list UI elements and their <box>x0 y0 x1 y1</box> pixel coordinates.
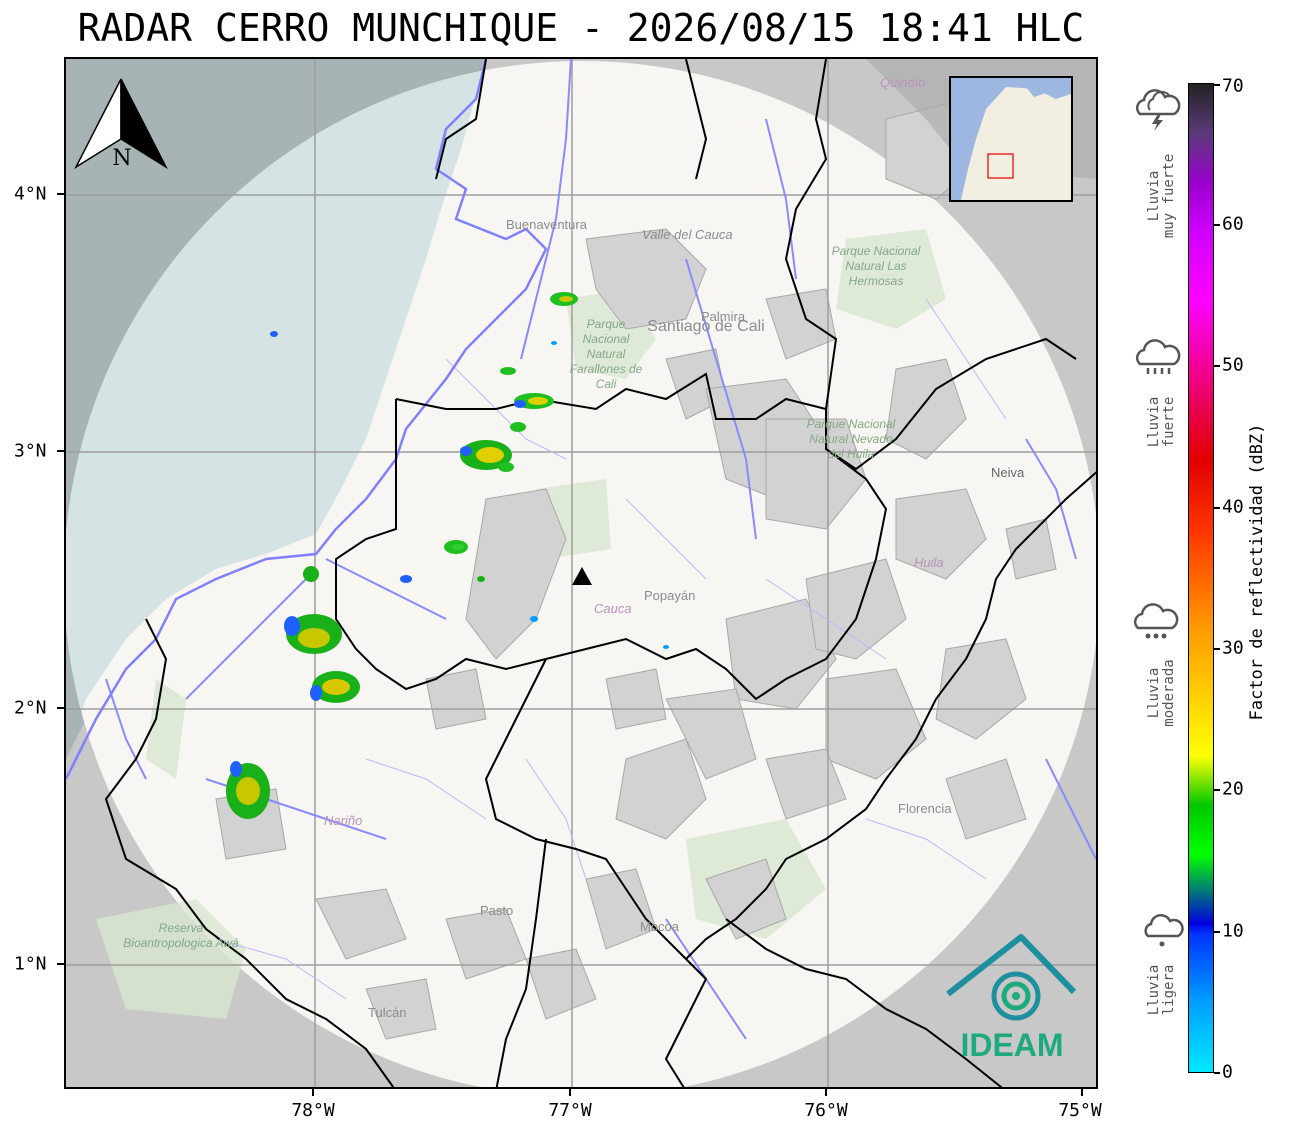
label-parque-farallones: Parque Nacional Natural Farallones de Ca… <box>569 317 643 391</box>
y-tick-label: 2°N <box>14 697 47 719</box>
moderate-rain-cloud-icon <box>1133 603 1179 639</box>
x-tickmark <box>825 1089 827 1096</box>
echo-cell <box>510 422 526 432</box>
x-tick-label: 77°W <box>548 1100 592 1121</box>
label-parque-hermosas: Parque Nacional Natural Las Hermosas <box>831 244 921 288</box>
storm-cloud-icon <box>1135 89 1181 131</box>
map-title: RADAR CERRO MUNCHIQUE - 2026/08/15 18:41… <box>77 6 1085 50</box>
y-tickmark <box>57 450 64 452</box>
echo-cell <box>551 341 557 345</box>
label-quindio: Quindío <box>880 75 926 90</box>
label-huila: Huila <box>914 555 944 570</box>
y-tick-label: 4°N <box>14 183 47 205</box>
echo-cell <box>444 540 468 554</box>
label-popayan: Popayán <box>644 588 695 603</box>
colorbar-tickmark <box>1214 224 1220 226</box>
rain-label-fuerte: Lluvia fuerte <box>1146 396 1177 448</box>
echo-cell <box>303 566 319 582</box>
rain-label-muy-fuerte: Lluvia muy fuerte <box>1146 153 1177 239</box>
y-tickmark <box>57 963 64 965</box>
echo-cell <box>270 331 278 337</box>
label-neiva: Neiva <box>991 465 1025 480</box>
y-tick-label: 1°N <box>14 953 47 975</box>
rain-label-moderada: Lluvia moderada <box>1146 659 1177 727</box>
echo-cell <box>400 575 412 583</box>
echo-cell <box>500 367 516 375</box>
label-mocoa: Mocoa <box>640 919 680 934</box>
label-buenaventura: Buenaventura <box>506 217 588 232</box>
colorbar-tickmark <box>1214 507 1220 509</box>
reflectivity-colorbar <box>1188 83 1214 1073</box>
colorbar-tickmark <box>1214 648 1220 650</box>
label-santiago-de-cali: Santiago de Cali <box>647 318 765 335</box>
label-reserva: Reserva Bioantropologica Awá <box>123 921 239 950</box>
colorbar-tick-label: 0 <box>1222 1061 1233 1083</box>
colorbar-tick-label: 40 <box>1222 496 1244 518</box>
colorbar-tick-label: 30 <box>1222 637 1244 659</box>
colorbar-tickmark <box>1214 84 1220 86</box>
label-valle-del-cauca: Valle del Cauca <box>642 227 733 242</box>
label-narino: Nariño <box>324 813 362 828</box>
colorbar-tick-label: 60 <box>1222 213 1244 235</box>
heavy-rain-cloud-icon <box>1135 339 1181 374</box>
colorbar-tickmark <box>1214 1072 1220 1074</box>
echo-cell <box>663 645 669 649</box>
ideam-logo-text: IDEAM <box>960 1027 1063 1063</box>
north-label: N <box>112 146 131 171</box>
light-rain-cloud-icon <box>1144 914 1184 947</box>
colorbar-tickmark <box>1214 365 1220 367</box>
echo-cell <box>550 292 578 306</box>
inset-map <box>949 76 1073 202</box>
echo-cell <box>530 616 538 622</box>
label-tulcan: Tulcán <box>368 1005 407 1020</box>
colorbar-tickmark <box>1214 789 1220 791</box>
colorbar-tick-label: 70 <box>1222 75 1244 97</box>
label-florencia: Florencia <box>898 801 952 816</box>
x-tick-label: 78°W <box>291 1100 335 1121</box>
label-pasto: Pasto <box>480 903 513 918</box>
colorbar-tick-label: 20 <box>1222 778 1244 800</box>
radar-map[interactable]: Buenaventura Valle del Cauca Palmira Nei… <box>64 57 1098 1089</box>
y-tick-label: 3°N <box>14 440 47 462</box>
colorbar-label: Factor de reflectividad (dBZ) <box>1247 423 1267 721</box>
colorbar-tick-label: 50 <box>1222 354 1244 376</box>
colorbar-tickmark <box>1214 931 1220 933</box>
colorbar-tick-label: 10 <box>1222 920 1244 942</box>
x-tickmark <box>569 1089 571 1096</box>
x-tickmark <box>312 1089 314 1096</box>
x-tickmark <box>1081 1089 1083 1096</box>
echo-cell <box>477 576 485 582</box>
x-tick-label: 76°W <box>804 1100 848 1121</box>
map-canvas: Buenaventura Valle del Cauca Palmira Nei… <box>66 59 1096 1087</box>
label-cauca: Cauca <box>594 601 632 616</box>
label-parque-nevado: Parque Nacional Natural Nevado del Huila <box>806 417 896 461</box>
echo-cell <box>514 393 554 409</box>
x-tick-label: 75°W <box>1058 1100 1102 1121</box>
y-tickmark <box>57 193 64 195</box>
rain-label-ligera: Lluvia ligera <box>1146 964 1177 1016</box>
y-tickmark <box>57 707 64 709</box>
